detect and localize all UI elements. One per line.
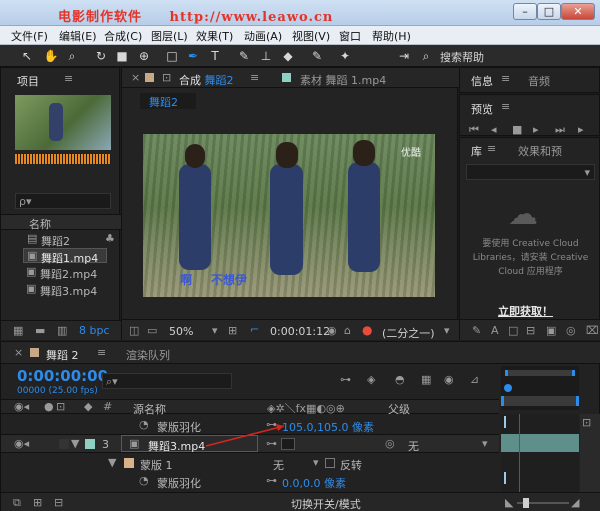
annotation-arrow-head [276, 424, 284, 431]
annotation-arrow [205, 424, 285, 447]
annotation-arrow-line [205, 425, 285, 447]
